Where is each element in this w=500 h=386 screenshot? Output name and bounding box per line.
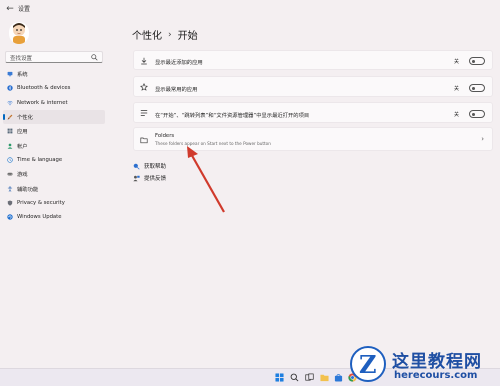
search-placeholder: 查找设置 <box>10 56 33 62</box>
search-input[interactable]: 查找设置 <box>5 51 103 63</box>
sidebar-item-label: 应用 <box>17 129 28 136</box>
sidebar-item-label: Network & internet <box>17 99 68 106</box>
app-title: 设置 <box>18 6 31 13</box>
get-help-label: 获取帮助 <box>144 164 167 170</box>
sidebar-item-privacy[interactable]: Privacy & security <box>3 196 105 210</box>
apps-icon <box>7 128 13 134</box>
avatar[interactable] <box>9 22 29 44</box>
sidebar-item-label: 游戏 <box>17 172 28 179</box>
recent-items-toggle[interactable] <box>469 110 485 118</box>
sidebar-item-label: 个性化 <box>17 115 33 122</box>
task-view-icon[interactable] <box>305 373 314 382</box>
breadcrumb-separator: › <box>168 29 172 40</box>
network-icon <box>7 100 13 106</box>
sidebar-item-label: Bluetooth & devices <box>17 85 71 92</box>
sidebar-item-label: Windows Update <box>17 214 62 221</box>
sidebar-item-label: Time & language <box>17 156 63 163</box>
feedback-icon <box>133 175 140 181</box>
toggle-state-label: 关 <box>453 59 459 65</box>
sidebar-nav: 系统 Bluetooth & devices Network & interne… <box>3 67 105 224</box>
setting-label: 显示最常用的应用 <box>155 87 198 93</box>
most-used-toggle[interactable] <box>469 84 485 92</box>
page-title: 开始 <box>177 31 198 42</box>
watermark-logo: Z <box>350 346 386 382</box>
folder-taskbar-icon[interactable] <box>320 373 329 382</box>
sidebar-item-network[interactable]: Network & internet <box>3 96 105 110</box>
sidebar-item-label: Privacy & security <box>17 199 65 206</box>
setting-row-most-used: 显示最常用的应用 关 <box>133 76 493 97</box>
recent-apps-toggle[interactable] <box>469 57 485 65</box>
sidebar-item-gaming[interactable]: 游戏 <box>3 167 105 181</box>
help-icon <box>133 163 140 170</box>
watermark-url: herecours.com <box>394 370 478 381</box>
search-taskbar-icon[interactable] <box>290 373 299 382</box>
sidebar-item-label: 系统 <box>17 72 28 79</box>
star-icon <box>140 83 148 91</box>
watermark-title: 这里教程网 <box>392 352 482 372</box>
update-icon <box>7 214 13 220</box>
sidebar-item-personalization[interactable]: 个性化 <box>3 109 105 125</box>
list-icon <box>140 110 148 116</box>
sidebar-item-accessibility[interactable]: 辅助功能 <box>3 181 105 195</box>
sidebar-item-bluetooth[interactable]: Bluetooth & devices <box>3 81 105 95</box>
sidebar-item-apps[interactable]: 应用 <box>3 124 105 138</box>
folder-icon <box>140 137 148 144</box>
settings-window: ← 设置 查找设置 系统 Bluetooth & devices Network… <box>0 0 500 368</box>
breadcrumb-parent[interactable]: 个性化 <box>132 27 162 42</box>
store-taskbar-icon[interactable] <box>334 373 343 382</box>
title-bar: ← 设置 <box>0 0 500 18</box>
shield-icon <box>7 200 13 206</box>
download-icon <box>141 57 147 65</box>
brush-icon <box>7 114 13 120</box>
sidebar-item-label: 辅助功能 <box>17 186 39 193</box>
account-icon <box>7 143 13 149</box>
setting-row-folders[interactable]: Folders These folders appear on Start ne… <box>133 127 493 151</box>
sidebar-item-time-language[interactable]: Time & language <box>3 153 105 167</box>
game-icon <box>7 173 13 176</box>
search-icon <box>91 54 98 61</box>
back-arrow-icon[interactable]: ← <box>4 3 16 15</box>
sidebar-item-windows-update[interactable]: Windows Update <box>3 210 105 224</box>
bluetooth-icon <box>7 85 13 92</box>
get-help-link[interactable]: 获取帮助 <box>133 162 166 170</box>
setting-label: 在“开始”、“跳转列表”和“文件资源管理器”中显示最近打开的项目 <box>155 113 310 119</box>
breadcrumb: 个性化 › 开始 <box>132 27 198 43</box>
site-watermark: Z 这里教程网 herecours.com <box>350 346 500 386</box>
folders-label: Folders <box>155 133 175 139</box>
sidebar-item-accounts[interactable]: 帐户 <box>3 138 105 152</box>
folders-description: These folders appear on Start next to th… <box>155 141 271 146</box>
windows-start-icon[interactable] <box>275 373 284 382</box>
sidebar-item-system[interactable]: 系统 <box>3 67 105 81</box>
toggle-state-label: 关 <box>453 86 459 92</box>
feedback-link[interactable]: 提供反馈 <box>133 174 166 182</box>
sidebar-item-label: 帐户 <box>17 143 28 150</box>
accessibility-icon <box>7 185 13 192</box>
setting-row-recent-items: 在“开始”、“跳转列表”和“文件资源管理器”中显示最近打开的项目 关 <box>133 102 493 123</box>
clock-globe-icon <box>7 157 13 163</box>
setting-row-recent-apps: 显示最近添加的应用 关 <box>133 50 493 70</box>
system-icon <box>7 72 13 77</box>
toggle-state-label: 关 <box>453 112 459 118</box>
watermark-letter: Z <box>359 350 377 379</box>
feedback-label: 提供反馈 <box>144 176 167 182</box>
chevron-right-icon: › <box>481 135 484 143</box>
setting-label: 显示最近添加的应用 <box>155 60 203 66</box>
